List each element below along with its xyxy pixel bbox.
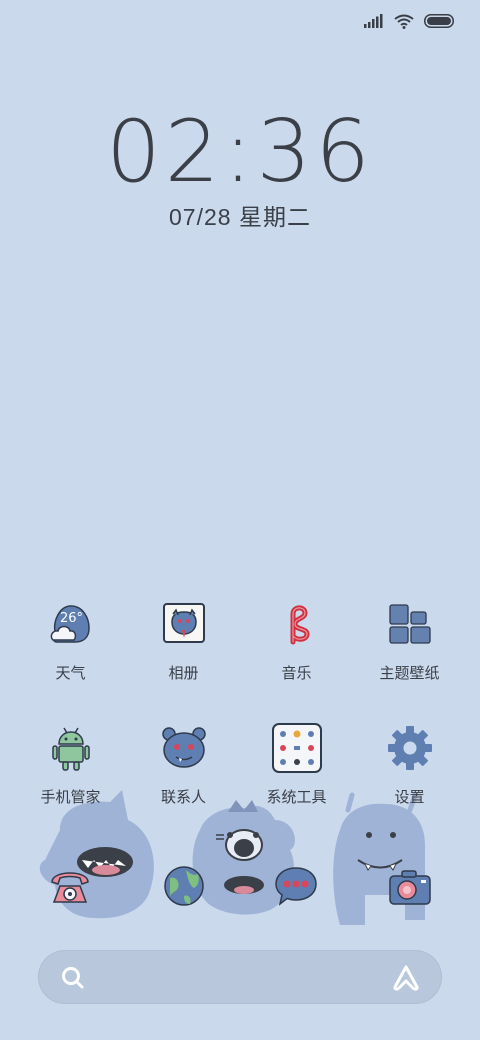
- messages-icon: [275, 867, 317, 906]
- app-music-label: 音乐: [281, 665, 312, 682]
- camera-icon: [389, 870, 431, 905]
- app-grid-row-2: 手机管家 联系人 系统工具 设置: [14, 720, 466, 807]
- app-tools-folder-label: 系统工具: [266, 789, 327, 806]
- status-bar: [364, 10, 454, 32]
- app-weather[interactable]: 26° 天气: [14, 596, 127, 683]
- app-weather-label: 天气: [55, 665, 86, 682]
- tools-folder-icon: [271, 723, 322, 773]
- app-security[interactable]: 手机管家: [14, 720, 127, 807]
- app-contacts-label: 联系人: [160, 789, 206, 806]
- phone-icon: [51, 872, 89, 903]
- settings-icon: [387, 726, 432, 770]
- contacts-icon: [161, 727, 206, 768]
- gallery-icon: [162, 603, 205, 643]
- dock-camera[interactable]: [386, 862, 434, 910]
- dock-browser[interactable]: [160, 862, 208, 910]
- weather-temp: 26°: [60, 611, 83, 626]
- themes-icon: [388, 604, 431, 644]
- app-gallery-label: 相册: [168, 665, 199, 682]
- app-contacts[interactable]: 联系人: [127, 720, 240, 807]
- app-gallery[interactable]: 相册: [127, 596, 240, 683]
- wifi-icon: [394, 14, 414, 29]
- assistant-icon[interactable]: [391, 963, 421, 993]
- app-tools-folder[interactable]: 系统工具: [240, 720, 353, 807]
- browser-icon: [164, 866, 204, 906]
- dock-phone[interactable]: [46, 862, 94, 910]
- app-settings[interactable]: 设置: [353, 720, 466, 807]
- dock: [0, 862, 480, 922]
- dock-messages[interactable]: [272, 862, 320, 910]
- lock-date: 07/28 星期二: [169, 204, 311, 230]
- app-grid-row-1: 26° 天气 相册 音乐 主题壁纸: [14, 596, 466, 683]
- app-music[interactable]: 音乐: [240, 596, 353, 683]
- app-themes[interactable]: 主题壁纸: [353, 596, 466, 683]
- signal-icon: [364, 14, 383, 28]
- search-icon[interactable]: [59, 964, 87, 992]
- app-settings-label: 设置: [394, 789, 425, 806]
- app-themes-label: 主题壁纸: [379, 665, 440, 682]
- lock-clock: 02:36: [106, 102, 374, 202]
- app-security-label: 手机管家: [40, 789, 101, 806]
- battery-icon: [424, 14, 454, 28]
- security-icon: [51, 727, 90, 771]
- music-icon: [290, 605, 310, 645]
- search-bar[interactable]: [38, 950, 442, 1004]
- weather-icon: 26°: [50, 605, 90, 643]
